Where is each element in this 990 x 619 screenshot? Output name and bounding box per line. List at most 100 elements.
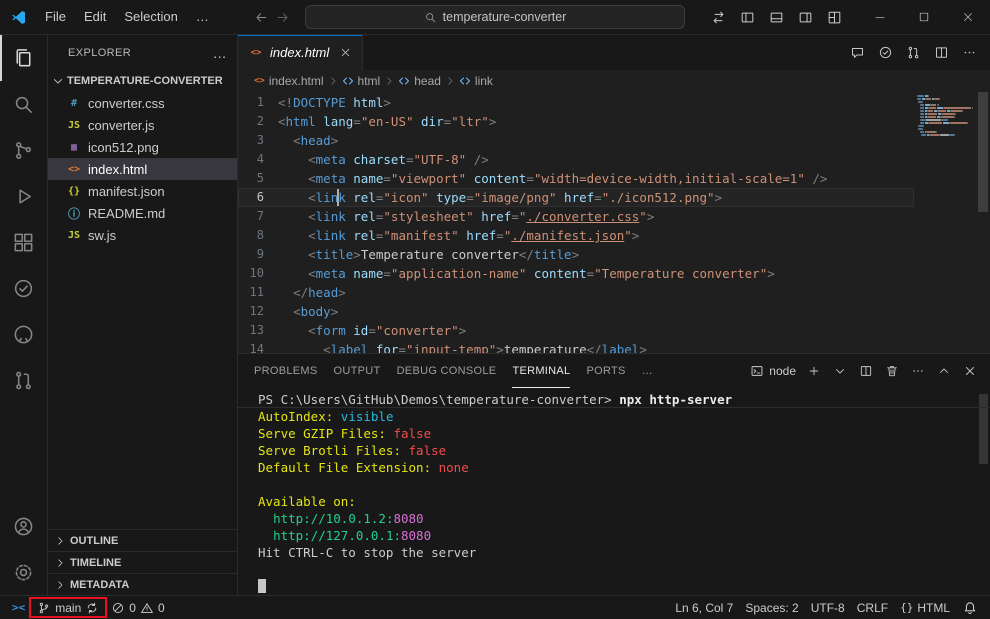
terminal-profile[interactable]: node xyxy=(750,364,796,378)
line-number: 10 xyxy=(238,264,278,283)
branch-status[interactable]: main xyxy=(31,596,105,619)
code-line-9[interactable]: 9 <title>Temperature converter</title> xyxy=(238,245,914,264)
encoding-status[interactable]: UTF-8 xyxy=(805,601,851,615)
code-line-7[interactable]: 7 <link rel="stylesheet" href="./convert… xyxy=(238,207,914,226)
breadcrumb-label: index.html xyxy=(269,74,324,88)
activity-testing[interactable] xyxy=(0,265,47,311)
go-forward-icon[interactable] xyxy=(275,10,290,25)
code-line-5[interactable]: 5 <meta name="viewport" content="width=d… xyxy=(238,169,914,188)
split-editor-button-icon[interactable] xyxy=(929,41,954,65)
file-index.html[interactable]: <>index.html xyxy=(48,158,237,180)
toggle-arrows-icon[interactable] xyxy=(705,6,732,29)
toggle-secondary-sidebar-icon[interactable] xyxy=(792,6,819,29)
js-file-icon: JS xyxy=(66,230,82,241)
editor-scrollbar[interactable] xyxy=(976,92,990,353)
panel-tab-terminal[interactable]: TERMINAL xyxy=(512,354,570,388)
new-terminal-button-icon[interactable] xyxy=(802,360,826,382)
go-back-icon[interactable] xyxy=(254,10,269,25)
explorer-more-button[interactable]: … xyxy=(213,45,227,61)
language-status[interactable]: {} HTML xyxy=(894,601,956,615)
section-metadata[interactable]: METADATA xyxy=(48,573,237,595)
activity-source-control[interactable] xyxy=(0,127,47,173)
command-center-search[interactable]: temperature-converter xyxy=(305,5,685,29)
activity-pull-requests[interactable] xyxy=(0,357,47,403)
minimap[interactable] xyxy=(914,92,976,353)
file-sw.js[interactable]: JSsw.js xyxy=(48,224,237,246)
code-line-11[interactable]: 11 </head> xyxy=(238,283,914,302)
code-line-12[interactable]: 12 <body> xyxy=(238,302,914,321)
line-number: 8 xyxy=(238,226,278,245)
breadcrumb-head[interactable]: head xyxy=(398,74,441,88)
indentation-status[interactable]: Spaces: 2 xyxy=(739,601,804,615)
close-button[interactable] xyxy=(946,0,990,34)
breadcrumb-html[interactable]: html xyxy=(342,74,381,88)
cursor-position-status[interactable]: Ln 6, Col 7 xyxy=(669,601,739,615)
close-tab-icon[interactable] xyxy=(339,46,352,59)
panel-header: PROBLEMS OUTPUT DEBUG CONSOLE TERMINAL PORTS… xyxy=(238,354,990,388)
minimap-line xyxy=(917,95,973,97)
activity-search[interactable] xyxy=(0,81,47,127)
code-line-13[interactable]: 13 <form id="converter"> xyxy=(238,321,914,340)
file-converter.js[interactable]: JSconverter.js xyxy=(48,114,237,136)
code-line-3[interactable]: 3 <head> xyxy=(238,131,914,150)
activity-github[interactable] xyxy=(0,311,47,357)
terminal-more-actions-icon[interactable] xyxy=(906,360,930,382)
file-icon512.png[interactable]: ▦icon512.png xyxy=(48,136,237,158)
breadcrumb-index-html[interactable]: <>index.html xyxy=(254,74,324,88)
editor-code-area[interactable]: 1<!DOCTYPE html>2<html lang="en-US" dir=… xyxy=(238,92,914,353)
more-actions-button-icon[interactable] xyxy=(957,41,982,65)
terminal-line-8: http://10.0.1.2:8080 xyxy=(258,510,976,527)
terminal-profile-dropdown-icon[interactable] xyxy=(828,360,852,382)
file-README.md[interactable]: ⓘREADME.md xyxy=(48,202,237,224)
eol-status[interactable]: CRLF xyxy=(851,601,894,615)
activity-accounts[interactable] xyxy=(0,503,47,549)
compare-button-icon[interactable] xyxy=(901,41,926,65)
minimize-button[interactable] xyxy=(858,0,902,34)
activity-explorer[interactable] xyxy=(0,35,47,81)
section-outline[interactable]: OUTLINE xyxy=(48,529,237,551)
terminal-output[interactable]: PS C:\Users\GitHub\Demos\temperature-con… xyxy=(238,388,990,595)
search-value: temperature-converter xyxy=(443,10,567,24)
breadcrumb-link[interactable]: link xyxy=(459,74,493,88)
menu-selection[interactable]: Selection xyxy=(115,5,186,29)
customize-layout-icon[interactable] xyxy=(821,6,848,29)
split-terminal-button-icon[interactable] xyxy=(854,360,878,382)
problems-status[interactable]: 0 0 xyxy=(105,596,170,619)
tab-index-html[interactable]: <> index.html xyxy=(238,35,363,70)
code-line-8[interactable]: 8 <link rel="manifest" href="./manifest.… xyxy=(238,226,914,245)
activity-run-debug[interactable] xyxy=(0,173,47,219)
code-line-14[interactable]: 14 <label for="input-temp">temperature</… xyxy=(238,340,914,353)
terminal-scrollbar[interactable] xyxy=(979,394,988,464)
code-line-10[interactable]: 10 <meta name="application-name" content… xyxy=(238,264,914,283)
activity-settings[interactable] xyxy=(0,549,47,595)
code-line-4[interactable]: 4 <meta charset="UTF-8" /> xyxy=(238,150,914,169)
checks-button-icon[interactable] xyxy=(873,41,898,65)
menu-file[interactable]: File xyxy=(36,5,75,29)
code-line-1[interactable]: 1<!DOCTYPE html> xyxy=(238,93,914,112)
terminal-line-7: Available on: xyxy=(258,493,976,510)
maximize-panel-button-icon[interactable] xyxy=(932,360,956,382)
panel-tab-debug-console[interactable]: DEBUG CONSOLE xyxy=(397,354,497,388)
notifications-bell-icon[interactable] xyxy=(956,600,984,616)
folder-temperature-converter[interactable]: TEMPERATURE-CONVERTER xyxy=(48,70,237,92)
scrollbar-thumb[interactable] xyxy=(978,92,988,212)
menu-edit[interactable]: Edit xyxy=(75,5,115,29)
remote-indicator[interactable]: >< xyxy=(6,596,31,619)
close-panel-button-icon[interactable] xyxy=(958,360,982,382)
panel-tab-ports[interactable]: PORTS xyxy=(586,354,625,388)
code-line-2[interactable]: 2<html lang="en-US" dir="ltr"> xyxy=(238,112,914,131)
comment-button-icon[interactable] xyxy=(845,41,870,65)
file-manifest.json[interactable]: {}manifest.json xyxy=(48,180,237,202)
file-converter.css[interactable]: #converter.css xyxy=(48,92,237,114)
maximize-button[interactable] xyxy=(902,0,946,34)
toggle-panel-icon[interactable] xyxy=(763,6,790,29)
menu-more[interactable]: … xyxy=(187,5,218,29)
code-line-6[interactable]: 6 <link rel="icon" type="image/png" href… xyxy=(238,188,914,207)
toggle-primary-sidebar-icon[interactable] xyxy=(734,6,761,29)
section-timeline[interactable]: TIMELINE xyxy=(48,551,237,573)
activity-extensions[interactable] xyxy=(0,219,47,265)
panel-tab-problems[interactable]: PROBLEMS xyxy=(254,354,318,388)
panel-tab-more[interactable]: … xyxy=(642,354,653,388)
panel-tab-output[interactable]: OUTPUT xyxy=(334,354,381,388)
kill-terminal-button-icon[interactable] xyxy=(880,360,904,382)
